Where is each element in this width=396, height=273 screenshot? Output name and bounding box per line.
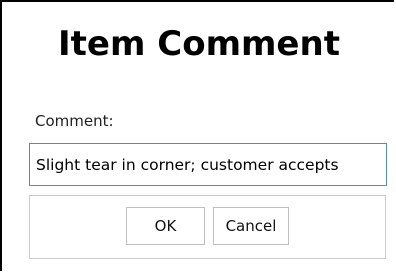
comment-input[interactable]	[29, 143, 387, 186]
cancel-button[interactable]: Cancel	[213, 207, 289, 245]
comment-label: Comment:	[35, 112, 114, 130]
ok-button[interactable]: OK	[126, 207, 205, 245]
button-panel: OK Cancel	[29, 195, 386, 259]
item-comment-dialog: Item Comment Comment: OK Cancel	[0, 0, 394, 271]
dialog-title: Item Comment	[58, 24, 340, 64]
